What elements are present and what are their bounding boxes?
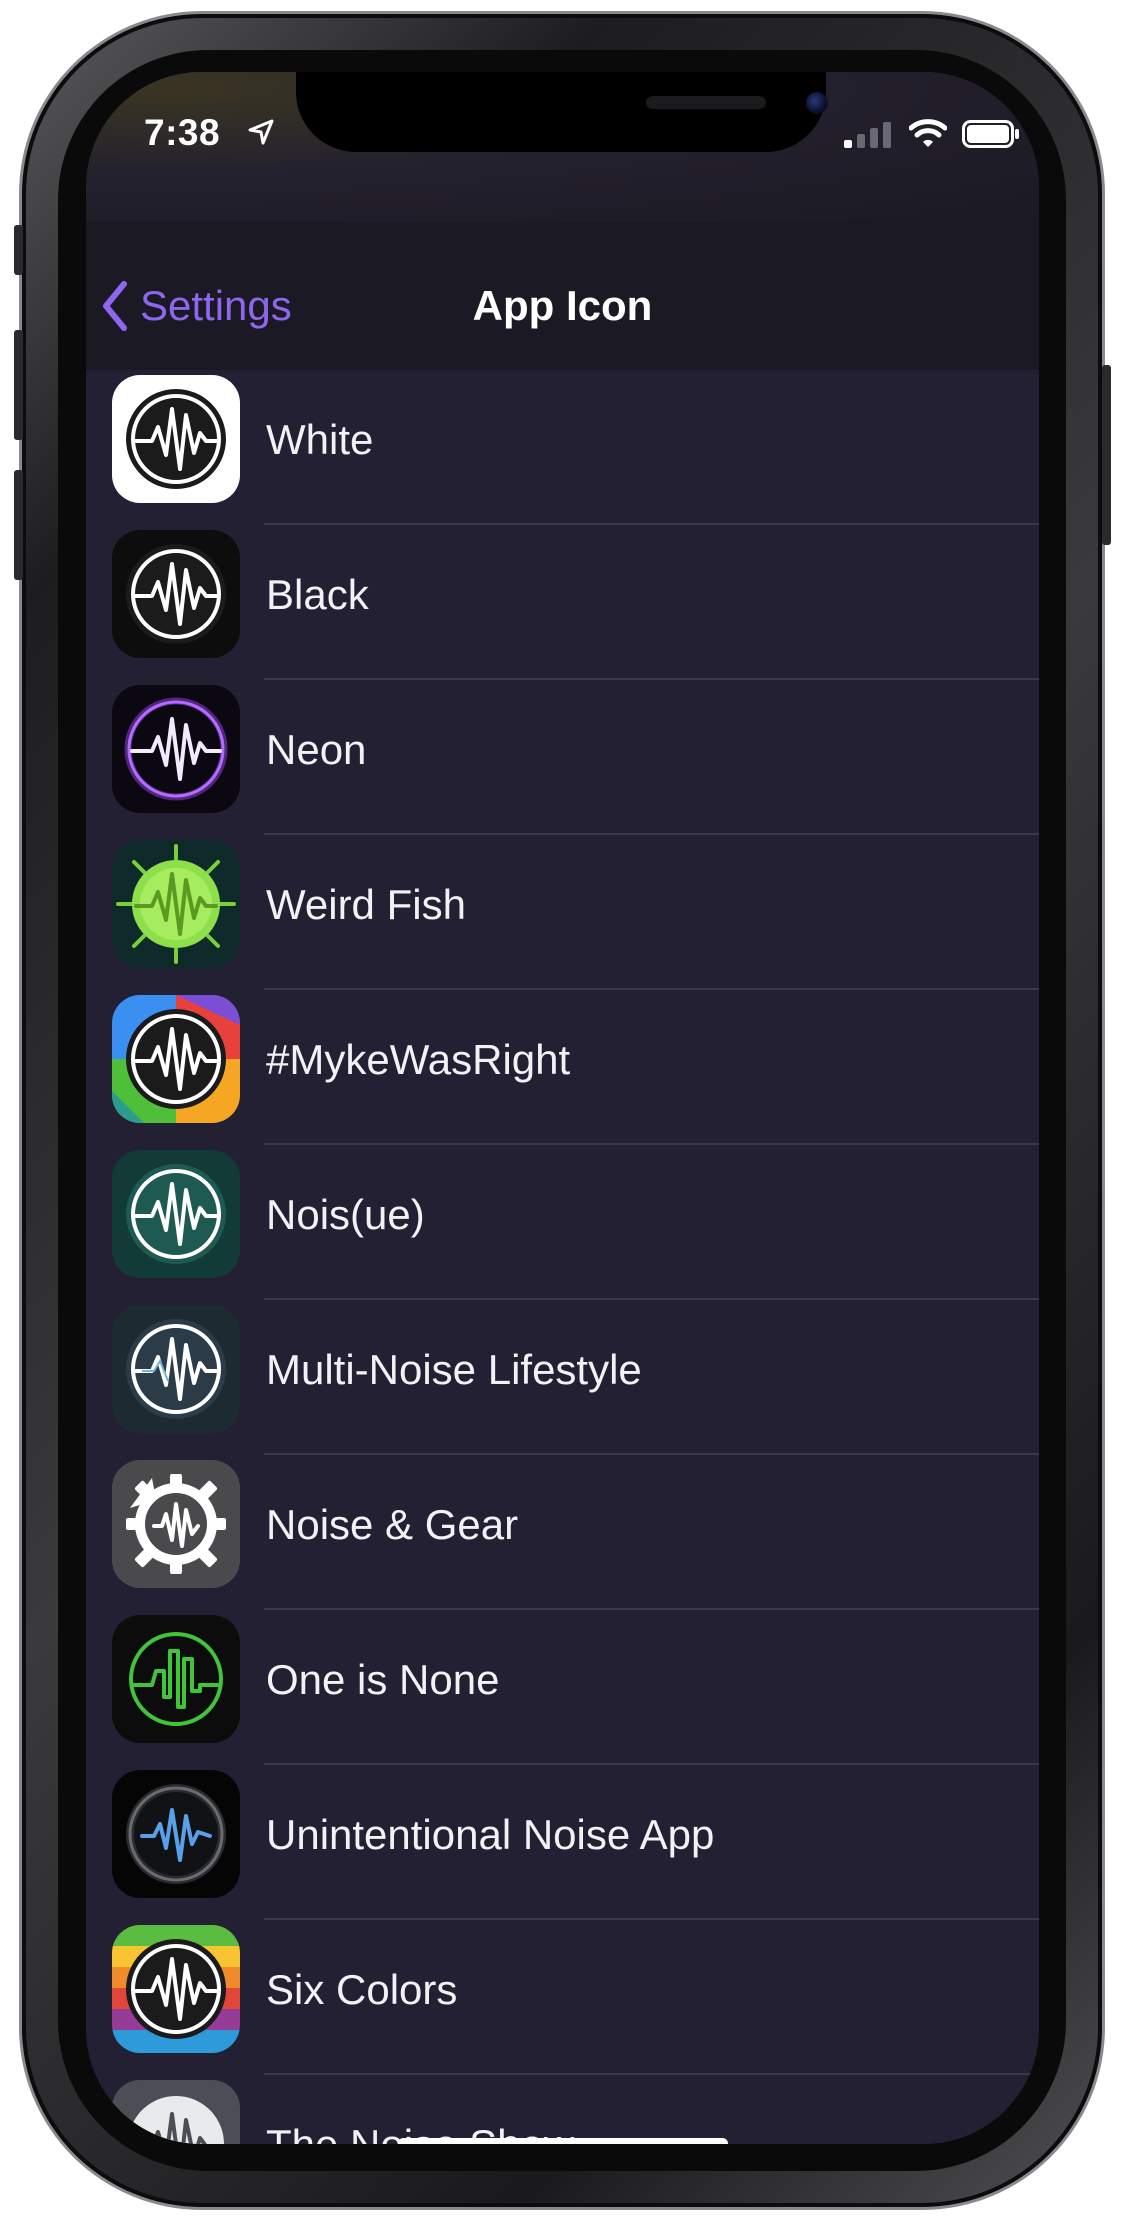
icon-option-label: White — [266, 416, 374, 463]
volume-down-button — [14, 470, 23, 580]
icon-option-label: Unintentional Noise App — [266, 1811, 715, 1858]
list-item[interactable]: Nois(ue) — [86, 1145, 1039, 1300]
list-item[interactable]: Noise & Gear — [86, 1455, 1039, 1610]
list-item[interactable]: Black — [86, 525, 1039, 680]
black-icon — [112, 530, 240, 658]
notch — [296, 72, 828, 152]
icon-option-label: Black — [266, 571, 369, 618]
weird-fish-icon — [112, 840, 240, 968]
unintentional-noise-app-icon — [112, 1770, 240, 1898]
icon-option-label: Weird Fish — [266, 881, 466, 928]
screen: 7:38 Settings App Icon White Black Neon … — [86, 72, 1039, 2144]
neon-icon — [112, 685, 240, 813]
battery-icon — [962, 120, 1019, 148]
icon-option-label: Neon — [266, 726, 367, 773]
status-time: 7:38 — [144, 112, 221, 153]
white-icon — [112, 375, 240, 503]
list-item[interactable]: Six Colors — [86, 1920, 1039, 2075]
icon-option-label: Six Colors — [266, 1966, 458, 2013]
wifi-icon — [909, 119, 947, 147]
power-button — [1102, 365, 1111, 545]
one-is-none-icon — [112, 1615, 240, 1743]
icon-list: White Black Neon Weird Fish #MykeWasRigh… — [86, 370, 1039, 2144]
home-indicator[interactable] — [398, 2138, 728, 2144]
myke-was-right-icon — [112, 995, 240, 1123]
noise-gear-icon — [112, 1460, 240, 1588]
list-item[interactable]: Unintentional Noise App — [86, 1765, 1039, 1920]
list-item[interactable]: Weird Fish — [86, 835, 1039, 990]
icon-option-label: #MykeWasRight — [266, 1036, 571, 1083]
earpiece-speaker — [646, 96, 766, 109]
the-noise-show-icon — [112, 2080, 240, 2144]
list-item[interactable]: Neon — [86, 680, 1039, 835]
list-item[interactable]: Multi-Noise Lifestyle — [86, 1300, 1039, 1455]
icon-option-label: One is None — [266, 1656, 500, 1703]
location-arrow-icon — [248, 119, 274, 145]
list-item[interactable]: The Noise Show — [86, 2075, 1039, 2144]
cellular-signal-icon — [844, 122, 891, 148]
list-item[interactable]: White — [86, 370, 1039, 525]
multi-noise-lifestyle-icon — [112, 1305, 240, 1433]
front-camera — [806, 92, 828, 114]
noisue-icon — [112, 1150, 240, 1278]
page-title: App Icon — [472, 282, 653, 329]
volume-up-button — [14, 330, 23, 440]
list-item[interactable]: #MykeWasRight — [86, 990, 1039, 1145]
icon-option-label: Noise & Gear — [266, 1501, 519, 1548]
six-colors-icon — [112, 1925, 240, 2053]
list-item[interactable]: One is None — [86, 1610, 1039, 1765]
mute-switch — [14, 225, 23, 275]
icon-option-label: Multi-Noise Lifestyle — [266, 1346, 642, 1393]
icon-option-label: Nois(ue) — [266, 1191, 425, 1238]
